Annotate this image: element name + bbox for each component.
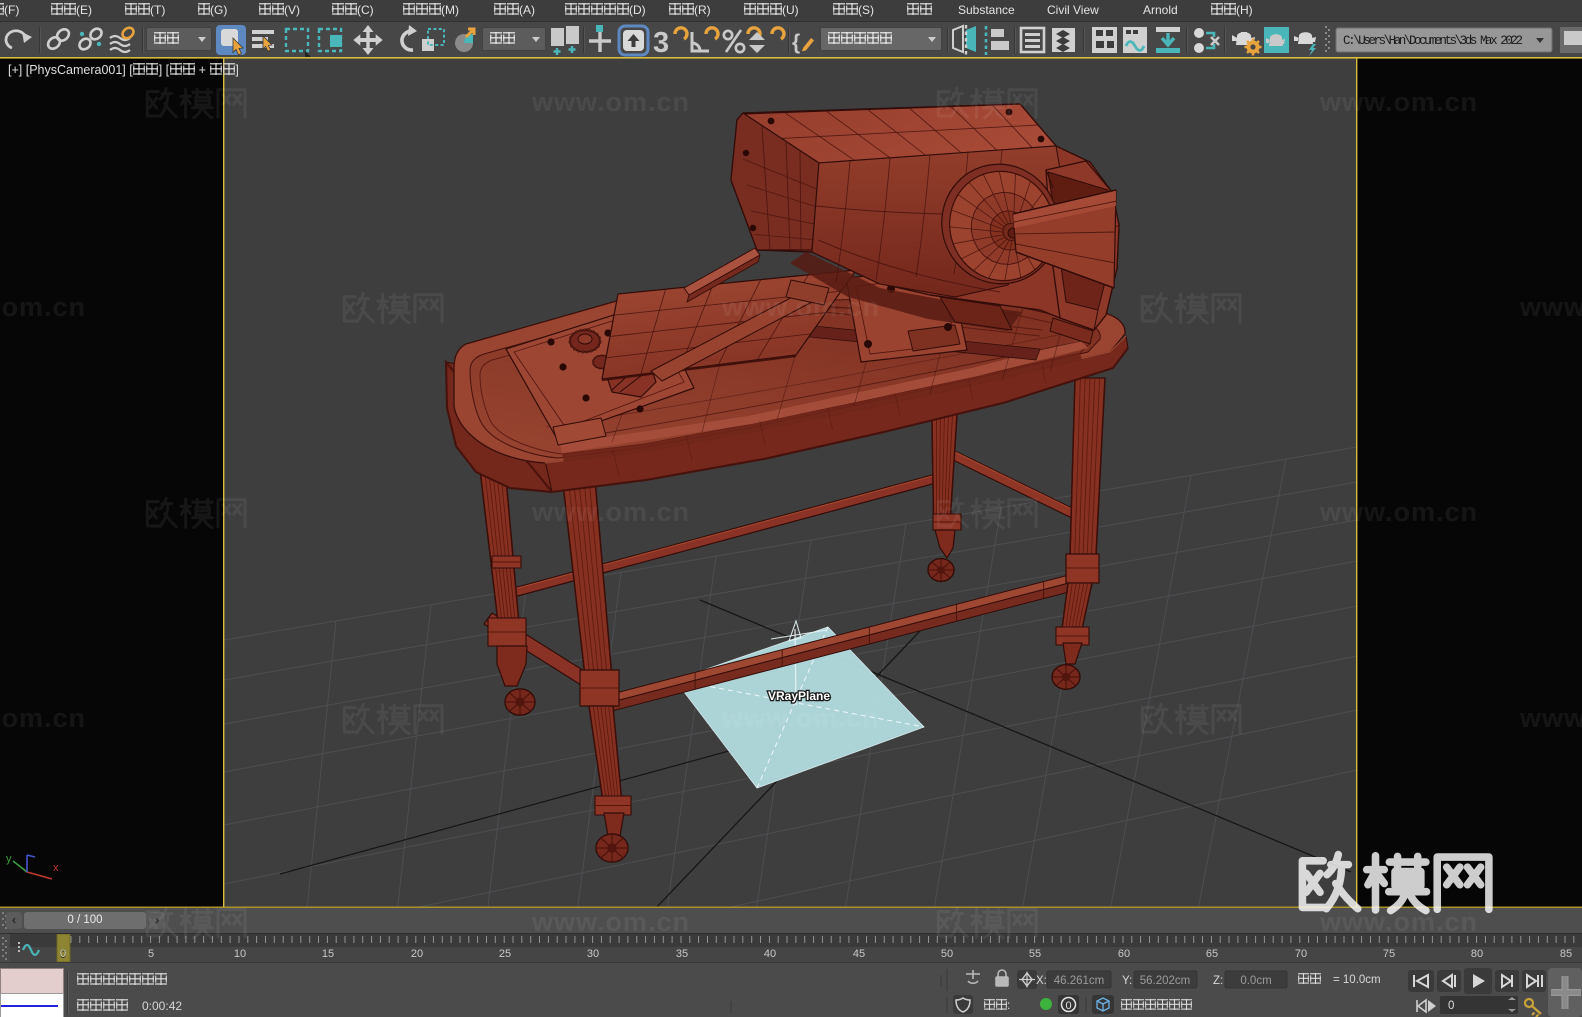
- svg-text:y: y: [6, 853, 12, 865]
- svg-text:x: x: [53, 862, 59, 874]
- svg-text:56.202cm: 56.202cm: [1140, 975, 1191, 987]
- svg-text:0: 0: [1448, 1000, 1454, 1012]
- svg-text:Y:: Y:: [1122, 975, 1132, 987]
- svg-text:= 10.0cm: = 10.0cm: [1333, 974, 1381, 986]
- svg-text:Z:: Z:: [1213, 975, 1223, 987]
- svg-text:0: 0: [1065, 1000, 1071, 1012]
- svg-text:X:: X:: [1036, 975, 1047, 987]
- svg-text:C:\Users\Han\Documents\3ds Max: C:\Users\Han\Documents\3ds Max 2022: [1343, 34, 1523, 48]
- svg-text:46.261cm: 46.261cm: [1054, 975, 1105, 987]
- svg-text:0.0cm: 0.0cm: [1240, 975, 1271, 987]
- svg-text:VRayPlane: VRayPlane: [768, 689, 830, 703]
